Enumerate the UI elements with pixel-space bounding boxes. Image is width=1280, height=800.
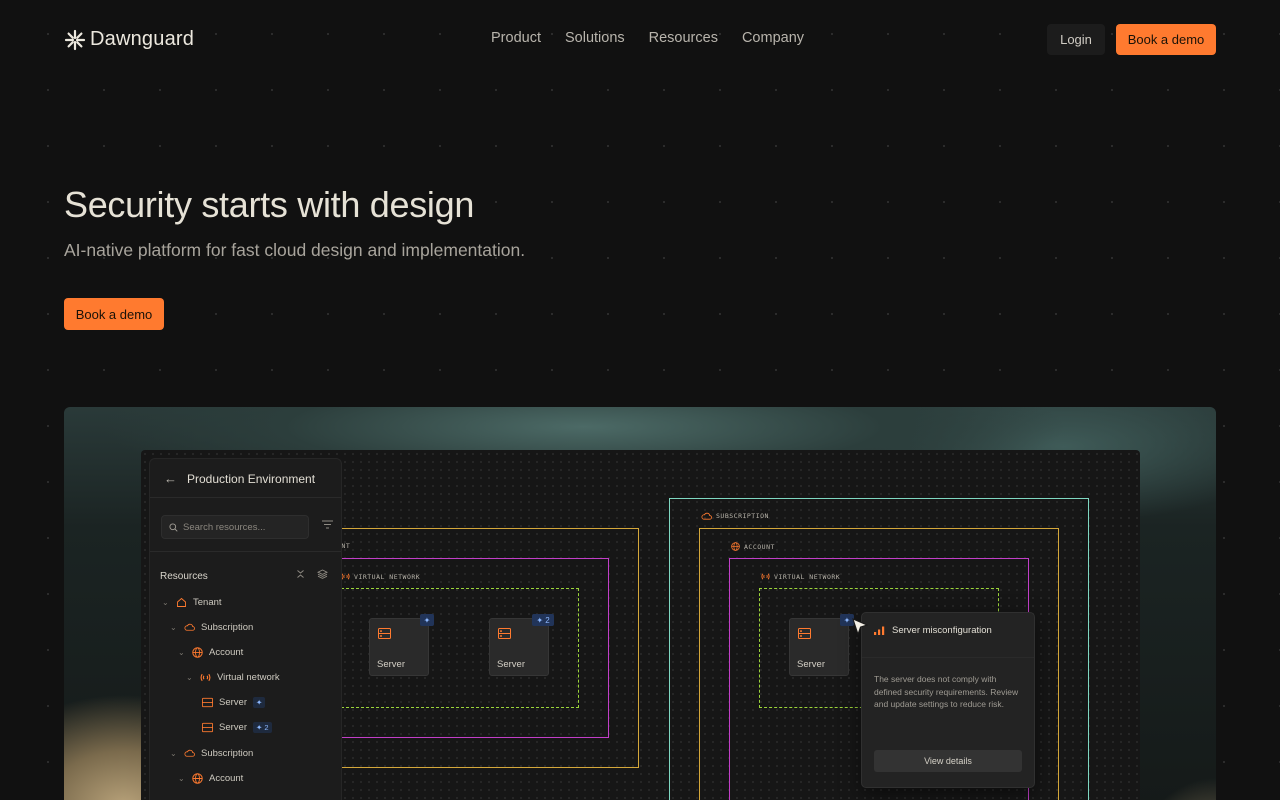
nav-links: Product Solutions Resources Company — [491, 30, 804, 46]
ai-insight-badge[interactable]: ✦ — [252, 696, 266, 708]
hero-subtitle: AI-native platform for fast cloud design… — [64, 240, 526, 260]
signal-icon — [341, 573, 350, 580]
tree-item-server[interactable]: Server ✦ 2 — [202, 720, 272, 734]
nav-link-product[interactable]: Product — [491, 30, 541, 46]
tree-item-label: Account — [209, 772, 244, 784]
resources-side-panel: ← Production Environment Search resource… — [149, 458, 342, 800]
server-icon — [202, 722, 213, 732]
hero-title: Security starts with design — [64, 184, 475, 225]
popover-title: Server misconfiguration — [892, 625, 992, 636]
nav-link-solutions[interactable]: Solutions — [565, 30, 625, 46]
cloud-icon — [701, 512, 712, 520]
resource-search-input[interactable]: Search resources... — [161, 515, 309, 539]
tree-item-label: Tenant — [193, 596, 222, 608]
chevron-down-icon[interactable]: ⌄ — [170, 623, 178, 632]
search-placeholder: Search resources... — [183, 521, 266, 533]
tree-item-tenant[interactable]: ⌄ Tenant — [162, 595, 222, 609]
server-label: Server — [797, 659, 825, 670]
chevron-down-icon[interactable]: ⌄ — [186, 673, 194, 682]
nav-link-resources[interactable]: Resources — [649, 30, 718, 46]
nav-link-company[interactable]: Company — [742, 30, 804, 46]
popover-description: The server does not comply with defined … — [874, 674, 1019, 709]
ai-insight-badge[interactable]: ✦ 2 — [252, 721, 272, 733]
cloud-icon — [184, 749, 195, 757]
tree-item-label: Account — [209, 646, 244, 658]
server-label: Server — [377, 659, 405, 670]
chevron-down-icon[interactable]: ⌄ — [170, 749, 178, 758]
vnet-label-left-text: VIRTUAL NETWORK — [354, 572, 421, 581]
product-showcase: UNT VIRTUAL NETWORK Server ✦ Server ✦ 2 … — [64, 407, 1216, 800]
server-icon — [202, 697, 213, 707]
globe-icon — [192, 646, 203, 658]
chevron-down-icon[interactable]: ⌄ — [178, 648, 186, 657]
globe-icon — [731, 542, 740, 551]
vnet-label-left: VIRTUAL NETWORK — [341, 572, 420, 581]
account-label: ACCOUNT — [731, 542, 775, 551]
vnet-label: VIRTUAL NETWORK — [761, 572, 840, 581]
view-details-button[interactable]: View details — [874, 750, 1022, 772]
subscription-label: SUBSCRIPTION — [701, 512, 769, 520]
cloud-icon — [184, 623, 195, 631]
tree-item-account[interactable]: ⌄ Account — [178, 645, 243, 659]
brand-logo[interactable]: Dawnguard — [64, 28, 194, 51]
mouse-cursor-icon — [852, 618, 868, 636]
tree-item-virtual-network[interactable]: ⌄ Virtual network — [186, 670, 280, 684]
server-label: Server — [497, 659, 525, 670]
ai-insight-badge[interactable]: ✦ — [420, 614, 434, 626]
server-node-selected[interactable]: Server — [789, 618, 849, 676]
tree-item-subscription[interactable]: ⌄ Subscription — [170, 620, 253, 634]
signal-icon — [200, 673, 211, 681]
tree-item-label: Subscription — [201, 621, 254, 633]
popover-divider — [862, 657, 1034, 658]
subscription-label-text: SUBSCRIPTION — [716, 512, 769, 520]
filter-icon[interactable] — [322, 520, 333, 529]
signal-icon — [761, 573, 770, 580]
tree-item-server[interactable]: Server ✦ — [202, 695, 266, 709]
panel-header-divider — [150, 497, 341, 498]
globe-icon — [192, 772, 203, 784]
panel-title: Production Environment — [187, 471, 316, 486]
chevron-down-icon[interactable]: ⌄ — [162, 598, 170, 607]
popover-header: Server misconfiguration — [874, 625, 992, 636]
search-icon — [169, 522, 178, 532]
book-demo-nav-button[interactable]: Book a demo — [1116, 24, 1216, 55]
asterisk-logo-icon — [64, 29, 86, 50]
vnet-label-text: VIRTUAL NETWORK — [774, 572, 841, 581]
tree-item-label: Server — [219, 721, 247, 733]
architecture-canvas: UNT VIRTUAL NETWORK Server ✦ Server ✦ 2 … — [141, 450, 1140, 800]
tree-item-label: Server — [219, 696, 247, 708]
severity-bars-icon — [874, 626, 885, 635]
panel-search-divider — [150, 551, 341, 552]
back-arrow-icon[interactable]: ← — [164, 471, 177, 486]
tree-item-label: Virtual network — [217, 671, 280, 683]
top-navigation: Dawnguard Product Solutions Resources Co… — [0, 0, 1280, 80]
login-button[interactable]: Login — [1047, 24, 1105, 55]
tree-item-subscription[interactable]: ⌄ Subscription — [170, 746, 253, 760]
panel-header: ← Production Environment — [164, 471, 315, 486]
layers-icon[interactable] — [317, 569, 328, 579]
resources-heading: Resources — [160, 571, 208, 582]
server-icon — [498, 628, 511, 639]
server-node[interactable]: Server — [369, 618, 429, 676]
collapse-icon[interactable] — [296, 569, 305, 579]
ai-insight-badge[interactable]: ✦ 2 — [532, 614, 554, 626]
misconfiguration-popover: Server misconfiguration The server does … — [861, 612, 1035, 788]
book-demo-hero-button[interactable]: Book a demo — [64, 298, 164, 330]
resources-tools — [296, 569, 328, 579]
brand-name: Dawnguard — [90, 28, 195, 50]
tree-item-label: Subscription — [201, 747, 254, 759]
account-label-text: ACCOUNT — [744, 542, 775, 551]
chevron-down-icon[interactable]: ⌄ — [178, 774, 186, 783]
server-node[interactable]: Server — [489, 618, 549, 676]
tree-item-account[interactable]: ⌄ Account — [178, 771, 243, 785]
home-icon — [177, 597, 186, 607]
server-icon — [378, 628, 391, 639]
server-icon — [798, 628, 811, 639]
